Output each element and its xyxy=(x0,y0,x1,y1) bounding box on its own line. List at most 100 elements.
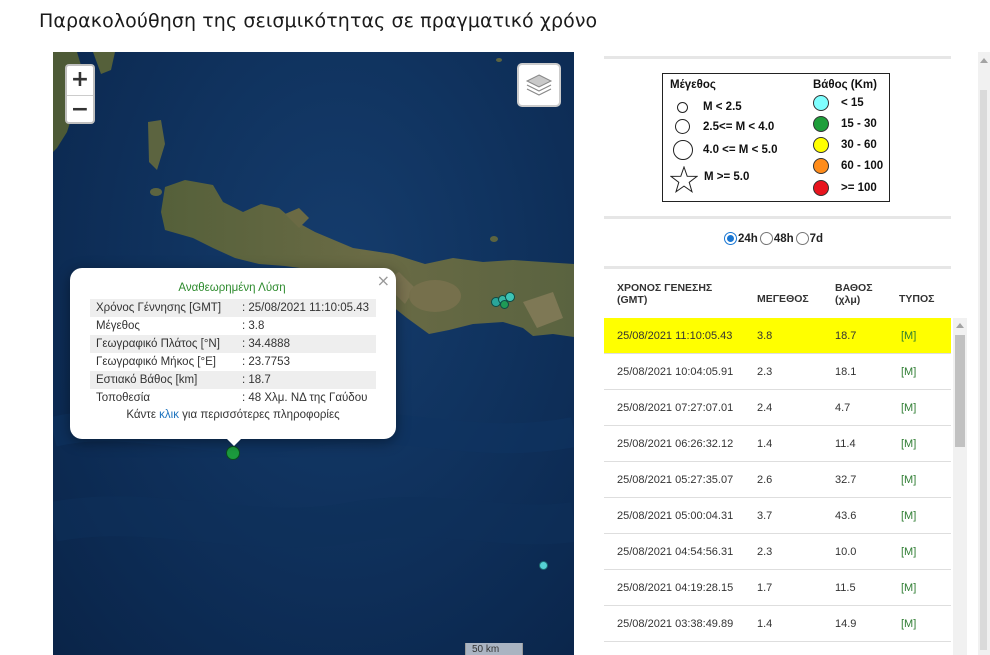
large-circle-icon xyxy=(673,140,693,160)
legend-label: < 15 xyxy=(841,97,864,109)
popup-row: Τοποθεσία : 48 Χλμ. ΝΔ της Γαύδου xyxy=(90,389,376,407)
zoom-out-button[interactable]: − xyxy=(67,96,93,122)
depth-color-swatch xyxy=(813,137,829,153)
cell-depth: 11.4 xyxy=(835,438,856,450)
popup-value: : 3.8 xyxy=(242,320,265,332)
popup-label: Γεωγραφικό Πλάτος [°N] xyxy=(90,335,236,353)
cell-magnitude: 2.3 xyxy=(757,546,773,558)
map-legend: Μέγεθος Βάθος (Km) M < 2.5 2.5<= M < 4.0… xyxy=(662,73,890,202)
popup-close-button[interactable]: × xyxy=(377,271,390,290)
zoom-control: + − xyxy=(65,64,95,124)
cell-depth: 10.0 xyxy=(835,546,857,558)
table-row[interactable]: 25/08/2021 06:26:32.12 1.4 11.4 [M] xyxy=(604,426,951,462)
header-text: ΧΡΟΝΟΣ ΓΕΝΕΣΗΣ xyxy=(617,282,713,294)
legend-label: M < 2.5 xyxy=(703,101,742,113)
popup-label: Χρόνος Γέννησης [GMT] xyxy=(90,299,236,317)
earthquake-popup: × Αναθεωρημένη Λύση Χρόνος Γέννησης [GMT… xyxy=(70,268,396,439)
cell-depth: 32.7 xyxy=(835,474,857,486)
popup-details: Χρόνος Γέννησης [GMT]: 25/08/2021 11:10:… xyxy=(90,299,376,407)
cell-magnitude: 3.7 xyxy=(757,510,773,522)
cell-type: [M] xyxy=(901,618,917,630)
map-scale: 50 km xyxy=(465,643,523,655)
table-row[interactable]: 25/08/2021 05:27:35.07 2.6 32.7 [M] xyxy=(604,462,951,498)
radio-48h-label[interactable]: 48h xyxy=(774,233,794,245)
cell-depth: 43.6 xyxy=(835,510,857,522)
more-info-link[interactable]: κλικ xyxy=(159,409,179,421)
table-row[interactable]: 25/08/2021 03:38:49.89 1.4 14.9 [M] xyxy=(604,606,951,642)
cell-magnitude: 3.8 xyxy=(757,330,773,342)
table-row[interactable]: 25/08/2021 04:54:56.31 2.3 10.0 [M] xyxy=(604,534,951,570)
cell-depth: 4.7 xyxy=(835,402,851,414)
popup-label: Εστιακό Βάθος [km] xyxy=(90,371,236,389)
layers-icon xyxy=(525,74,553,96)
earthquake-marker[interactable] xyxy=(539,561,548,570)
cell-time: 25/08/2021 05:27:35.07 xyxy=(617,474,734,486)
radio-7d[interactable] xyxy=(795,232,809,245)
page-scrollbar[interactable] xyxy=(978,52,990,655)
legend-depth-item: 30 - 60 xyxy=(813,137,877,153)
table-row[interactable]: 25/08/2021 05:00:04.31 3.7 43.6 [M] xyxy=(604,498,951,534)
legend-label: >= 100 xyxy=(841,182,877,194)
column-header-time[interactable]: ΧΡΟΝΟΣ ΓΕΝΕΣΗΣ (GMT) xyxy=(617,282,712,306)
popup-row: Εστιακό Βάθος [km]: 18.7 xyxy=(90,371,376,389)
scroll-up-arrow-icon[interactable] xyxy=(980,58,988,63)
cell-type: [M] xyxy=(901,546,917,558)
popup-footer-text: για περισσότερες πληροφορίες xyxy=(178,409,340,421)
scrollbar-thumb[interactable] xyxy=(955,335,965,447)
radio-24h-label[interactable]: 24h xyxy=(738,233,758,245)
scrollbar-thumb[interactable] xyxy=(980,90,987,650)
earthquake-list: 25/08/2021 11:10:05.43 3.8 18.7 [M] 25/0… xyxy=(604,318,951,642)
table-row[interactable]: 25/08/2021 07:27:07.01 2.4 4.7 [M] xyxy=(604,390,951,426)
popup-label: Τοποθεσία xyxy=(96,392,150,404)
popup-value: : 23.7753 xyxy=(242,356,290,368)
cell-magnitude: 1.7 xyxy=(757,582,773,594)
earthquake-marker[interactable] xyxy=(500,300,509,309)
popup-value: : 48 Χλμ. ΝΔ της Γαύδου xyxy=(242,392,368,404)
cell-depth: 14.9 xyxy=(835,618,857,630)
depth-color-swatch xyxy=(813,158,829,174)
popup-value: : 25/08/2021 11:10:05.43 xyxy=(236,299,376,317)
cell-type: [M] xyxy=(901,438,917,450)
table-row[interactable]: 25/08/2021 11:10:05.43 3.8 18.7 [M] xyxy=(604,318,951,354)
cell-magnitude: 2.4 xyxy=(757,402,773,414)
selected-earthquake-marker[interactable] xyxy=(226,446,240,460)
popup-footer-text: Κάντε xyxy=(126,409,160,421)
cell-depth: 18.7 xyxy=(835,330,857,342)
legend-depth-title: Βάθος (Km) xyxy=(813,79,877,91)
page-title: Παρακολούθηση της σεισμικότητας σε πραγμ… xyxy=(39,10,598,32)
table-row[interactable]: 25/08/2021 04:19:28.15 1.7 11.5 [M] xyxy=(604,570,951,606)
popup-row: Γεωγραφικό Πλάτος [°N]: 34.4888 xyxy=(90,335,376,353)
cell-type: [M] xyxy=(901,366,917,378)
cell-time: 25/08/2021 05:00:04.31 xyxy=(617,510,734,522)
seismicity-map[interactable]: + − × Αναθεωρημένη Λύση Χρόνος Γέννησης … xyxy=(53,52,574,655)
table-scrollbar[interactable] xyxy=(953,318,967,655)
zoom-in-button[interactable]: + xyxy=(67,66,93,96)
cell-time: 25/08/2021 07:27:07.01 xyxy=(617,402,734,414)
layers-button[interactable] xyxy=(517,63,561,107)
header-text: (χλμ) xyxy=(835,294,861,306)
cell-magnitude: 1.4 xyxy=(757,618,773,630)
cell-type: [M] xyxy=(901,330,917,342)
radio-7d-label[interactable]: 7d xyxy=(810,233,823,245)
depth-color-swatch xyxy=(813,116,829,132)
radio-48h[interactable] xyxy=(759,232,773,245)
time-range-selector: 24h 48h 7d xyxy=(724,232,825,245)
column-header-depth[interactable]: ΒΑΘΟΣ (χλμ) xyxy=(835,282,873,306)
column-header-type[interactable]: ΤΥΠΟΣ xyxy=(899,293,934,305)
cell-time: 25/08/2021 11:10:05.43 xyxy=(617,330,733,342)
popup-footer: Κάντε κλικ για περισσότερες πληροφορίες xyxy=(70,409,396,421)
table-row[interactable]: 25/08/2021 10:04:05.91 2.3 18.1 [M] xyxy=(604,354,951,390)
legend-label: 2.5<= M < 4.0 xyxy=(703,120,775,133)
cell-type: [M] xyxy=(901,474,917,486)
popup-value: : 34.4888 xyxy=(236,335,376,353)
cell-type: [M] xyxy=(901,402,917,414)
radio-24h[interactable] xyxy=(724,232,737,245)
depth-color-swatch xyxy=(813,95,829,111)
legend-magnitude-item: M < 2.5 xyxy=(677,101,742,113)
popup-heading: Αναθεωρημένη Λύση xyxy=(178,282,286,294)
legend-label: 60 - 100 xyxy=(841,160,884,172)
cell-depth: 11.5 xyxy=(835,582,856,594)
scroll-up-arrow-icon[interactable] xyxy=(956,323,964,328)
column-header-magnitude[interactable]: ΜΕΓΕΘΟΣ xyxy=(757,293,809,305)
popup-tip xyxy=(223,435,245,446)
